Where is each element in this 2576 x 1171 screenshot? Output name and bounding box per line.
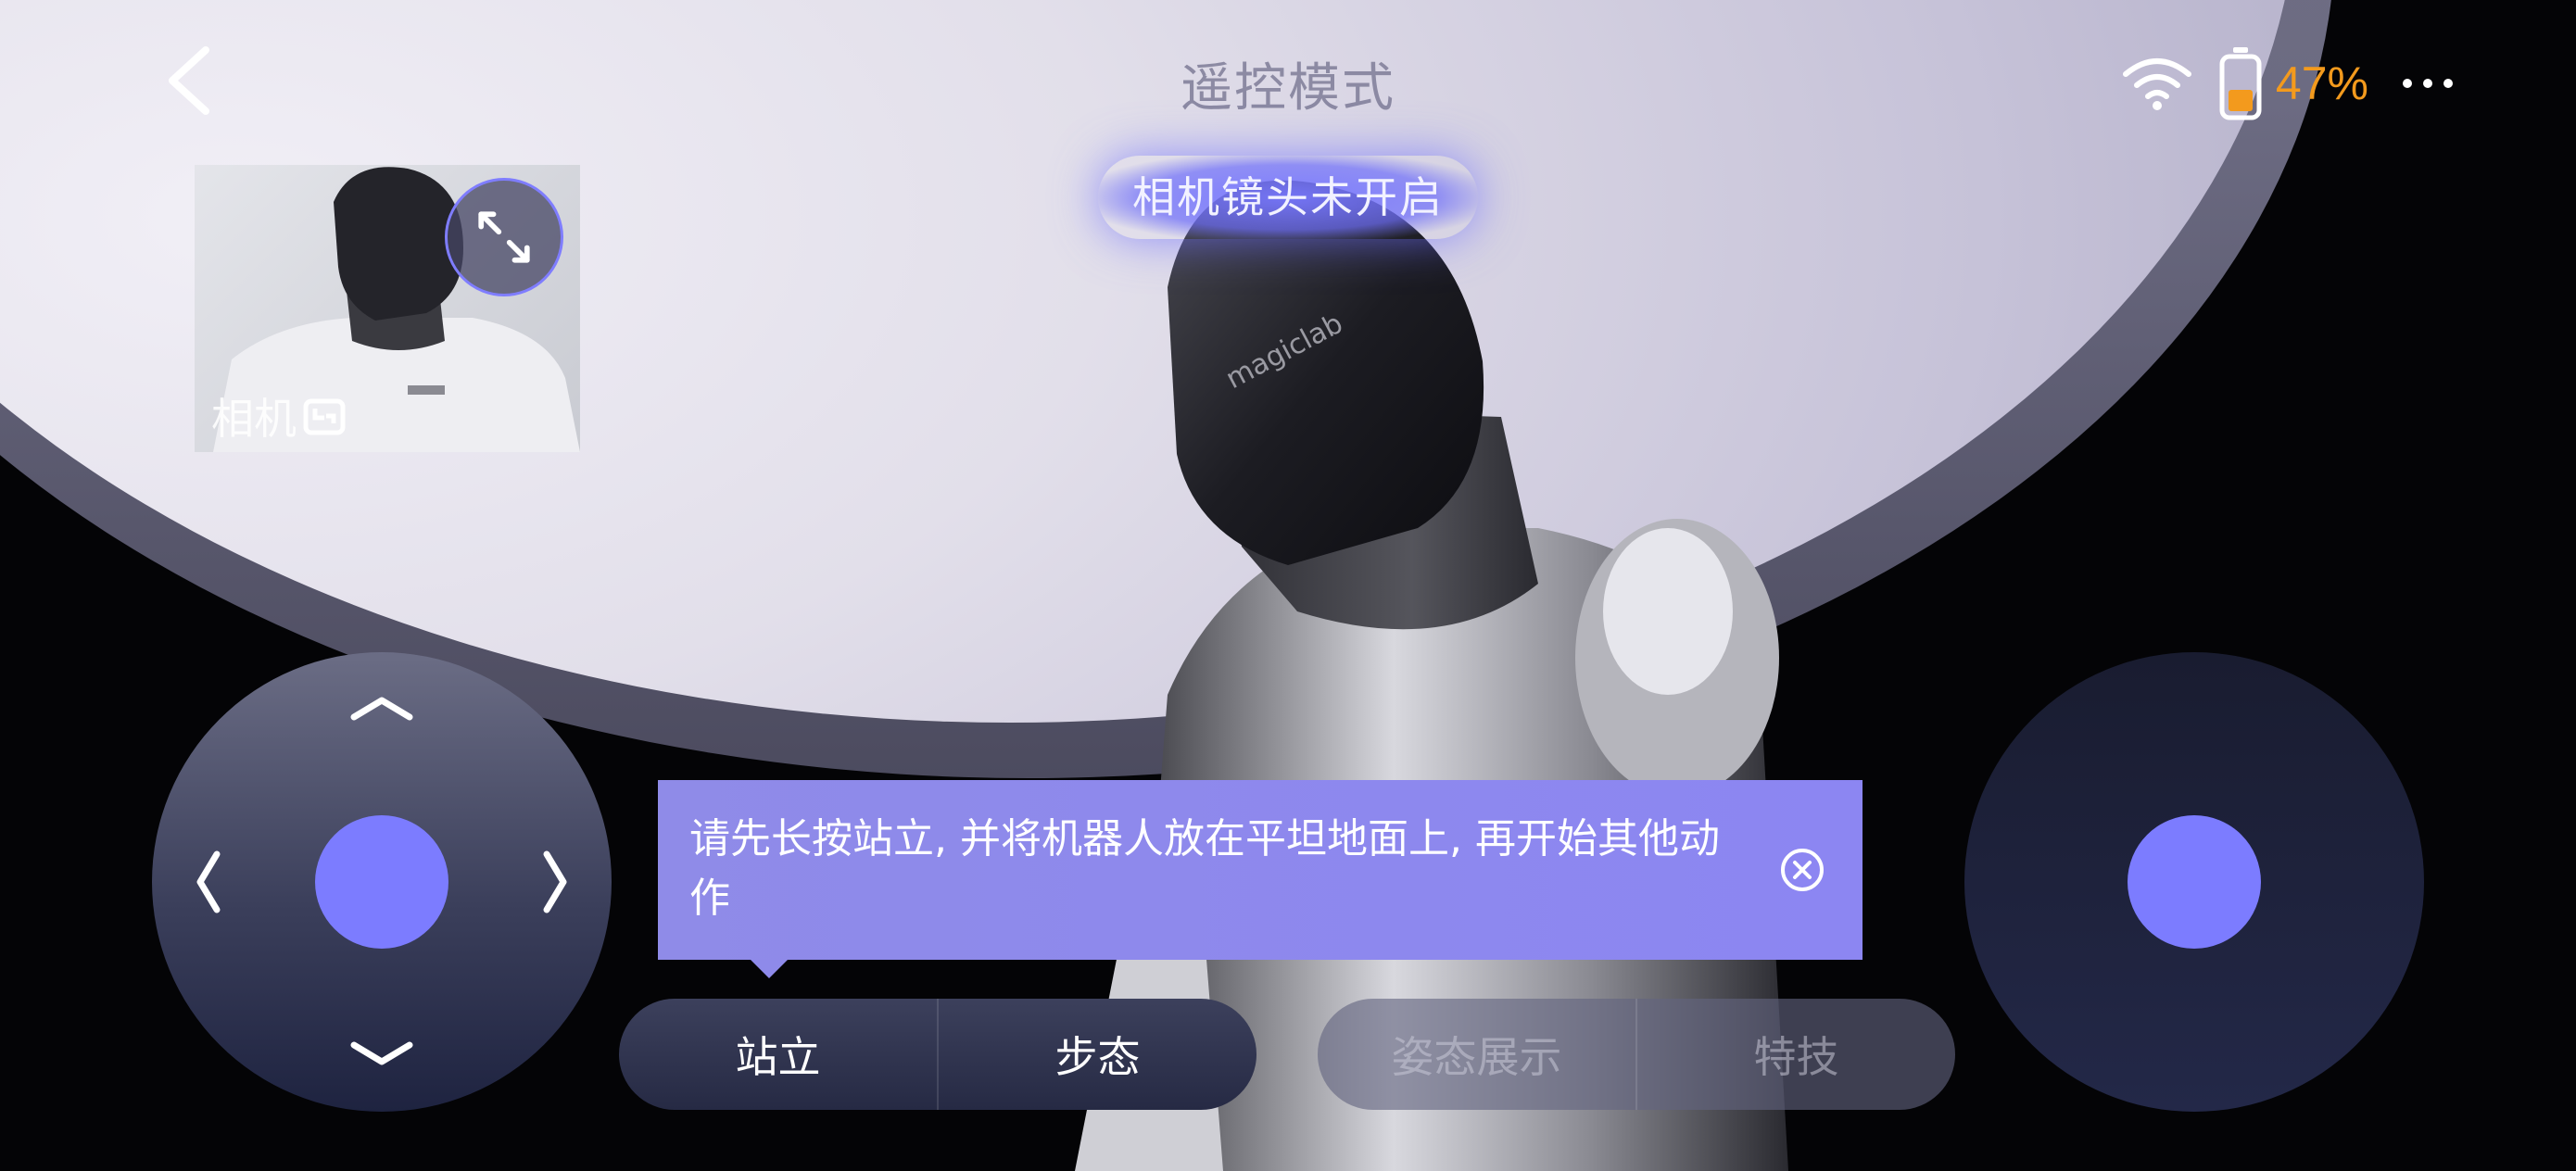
battery-icon — [2219, 47, 2262, 120]
tip-message: 请先长按站立, 并将机器人放在平坦地面上, 再开始其他动作 — [689, 815, 1720, 922]
more-icon[interactable] — [2400, 74, 2456, 93]
expand-button[interactable] — [445, 178, 563, 296]
arrow-up-icon[interactable] — [345, 689, 419, 726]
arrow-down-icon[interactable] — [345, 1036, 419, 1073]
expand-icon — [478, 211, 530, 263]
camera-thumbnail[interactable]: 相机 — [195, 165, 580, 452]
gait-button[interactable]: 步态 — [939, 999, 1256, 1110]
camera-label[interactable]: 相机 — [211, 385, 347, 447]
right-joystick[interactable] — [1964, 652, 2424, 1112]
tip-banner: 请先长按站立, 并将机器人放在平坦地面上, 再开始其他动作 — [658, 780, 1863, 978]
left-joystick-knob[interactable] — [315, 815, 448, 949]
left-joystick[interactable] — [152, 652, 612, 1112]
camera-label-text: 相机 — [211, 394, 297, 444]
stand-button[interactable]: 站立 — [619, 999, 937, 1110]
tip-pointer — [751, 960, 788, 978]
status-area: 47% — [2120, 46, 2456, 120]
stunt-button[interactable]: 特技 — [1637, 999, 1955, 1110]
back-icon[interactable] — [158, 43, 222, 119]
page-title: 遥控模式 — [1181, 58, 1395, 119]
pose-show-button[interactable]: 姿态展示 — [1318, 999, 1635, 1110]
wifi-icon — [2122, 58, 2191, 110]
arrow-left-icon[interactable] — [189, 845, 226, 919]
secondary-mode-group: 姿态展示 特技 — [1318, 999, 1955, 1110]
close-icon[interactable] — [1779, 847, 1825, 893]
primary-mode-group: 站立 步态 — [619, 999, 1256, 1110]
arrow-right-icon[interactable] — [537, 845, 575, 919]
battery-percentage: 47% — [2275, 57, 2368, 109]
camera-switch-icon — [303, 398, 346, 435]
camera-status-badge: 相机镜头未开启 — [1098, 156, 1478, 239]
right-joystick-knob[interactable] — [2128, 815, 2261, 949]
